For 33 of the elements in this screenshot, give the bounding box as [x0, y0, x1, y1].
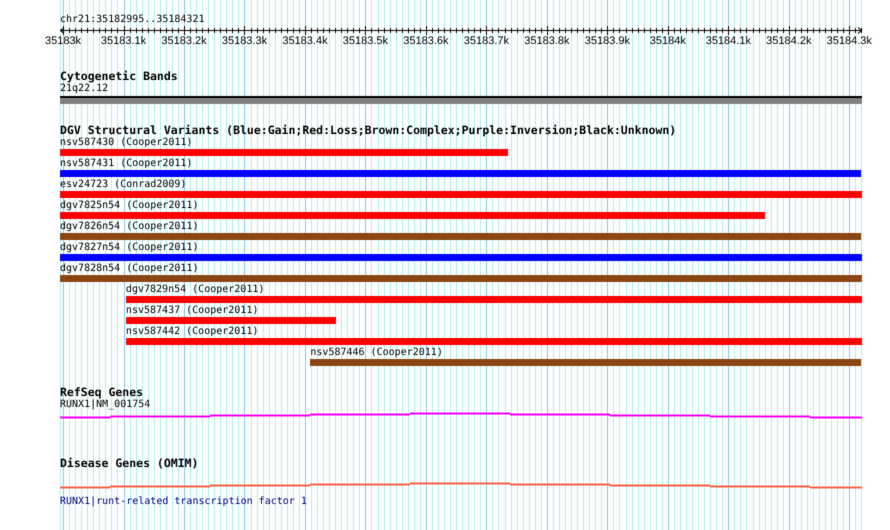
track-title: Cytogenetic Bands: [60, 70, 178, 83]
feature-label: nsv587430 (Cooper2011): [60, 137, 192, 149]
axis-tick-label: 35184.1k: [706, 35, 751, 48]
axis-tick-label: 35183.3k: [222, 35, 268, 48]
axis-tick-label: 35184.2k: [766, 35, 812, 48]
axis-tick-label: 35184.3k: [826, 35, 872, 48]
feature-label: RUNX1|runt-related transcription factor 1: [60, 496, 307, 508]
axis-tick-label: 35183k: [44, 35, 82, 48]
axis-tick-label: 35183.2k: [161, 35, 207, 48]
feature-label: nsv587431 (Cooper2011): [60, 158, 192, 170]
axis-tick-label: 35183.5k: [342, 35, 388, 48]
axis-tick-label: 35183.4k: [282, 35, 328, 48]
feature-label: dgv7827n54 (Cooper2011): [60, 242, 198, 254]
feature-label: RUNX1|NM_001754: [60, 399, 150, 411]
track-title: Disease Genes (OMIM): [60, 457, 198, 470]
axis-tick-label: 35183.7k: [464, 35, 510, 48]
track-title: DGV Structural Variants (Blue:Gain;Red:Loss;Brown:Complex;Purple:Inversion;Black:Unknown): [60, 124, 676, 137]
location-label: chr21:35182995..35184321: [60, 14, 206, 26]
axis-tick-label: 35184k: [650, 35, 686, 48]
axis-tick-label: 35183.6k: [403, 35, 449, 48]
feature-label: nsv587446 (Cooper2011): [310, 347, 443, 359]
feature-label: dgv7828n54 (Cooper2011): [60, 263, 198, 275]
feature-label: dgv7829n54 (Cooper2011): [126, 284, 264, 296]
track-title: RefSeq Genes: [60, 386, 144, 399]
feature-label: 21q22.12: [60, 83, 108, 95]
axis-tick-label: 35183.1k: [100, 35, 146, 48]
feature-label: dgv7826n54 (Cooper2011): [60, 221, 198, 233]
feature-label: dgv7825n54 (Cooper2011): [60, 200, 198, 212]
feature-label: nsv587437 (Cooper2011): [126, 305, 258, 317]
axis-tick-label: 35183.8k: [524, 35, 570, 48]
feature-label: esv24723 (Conrad2009): [60, 179, 186, 191]
axis-tick-label: 35183.9k: [584, 35, 630, 48]
feature-label: nsv587442 (Cooper2011): [126, 326, 258, 338]
